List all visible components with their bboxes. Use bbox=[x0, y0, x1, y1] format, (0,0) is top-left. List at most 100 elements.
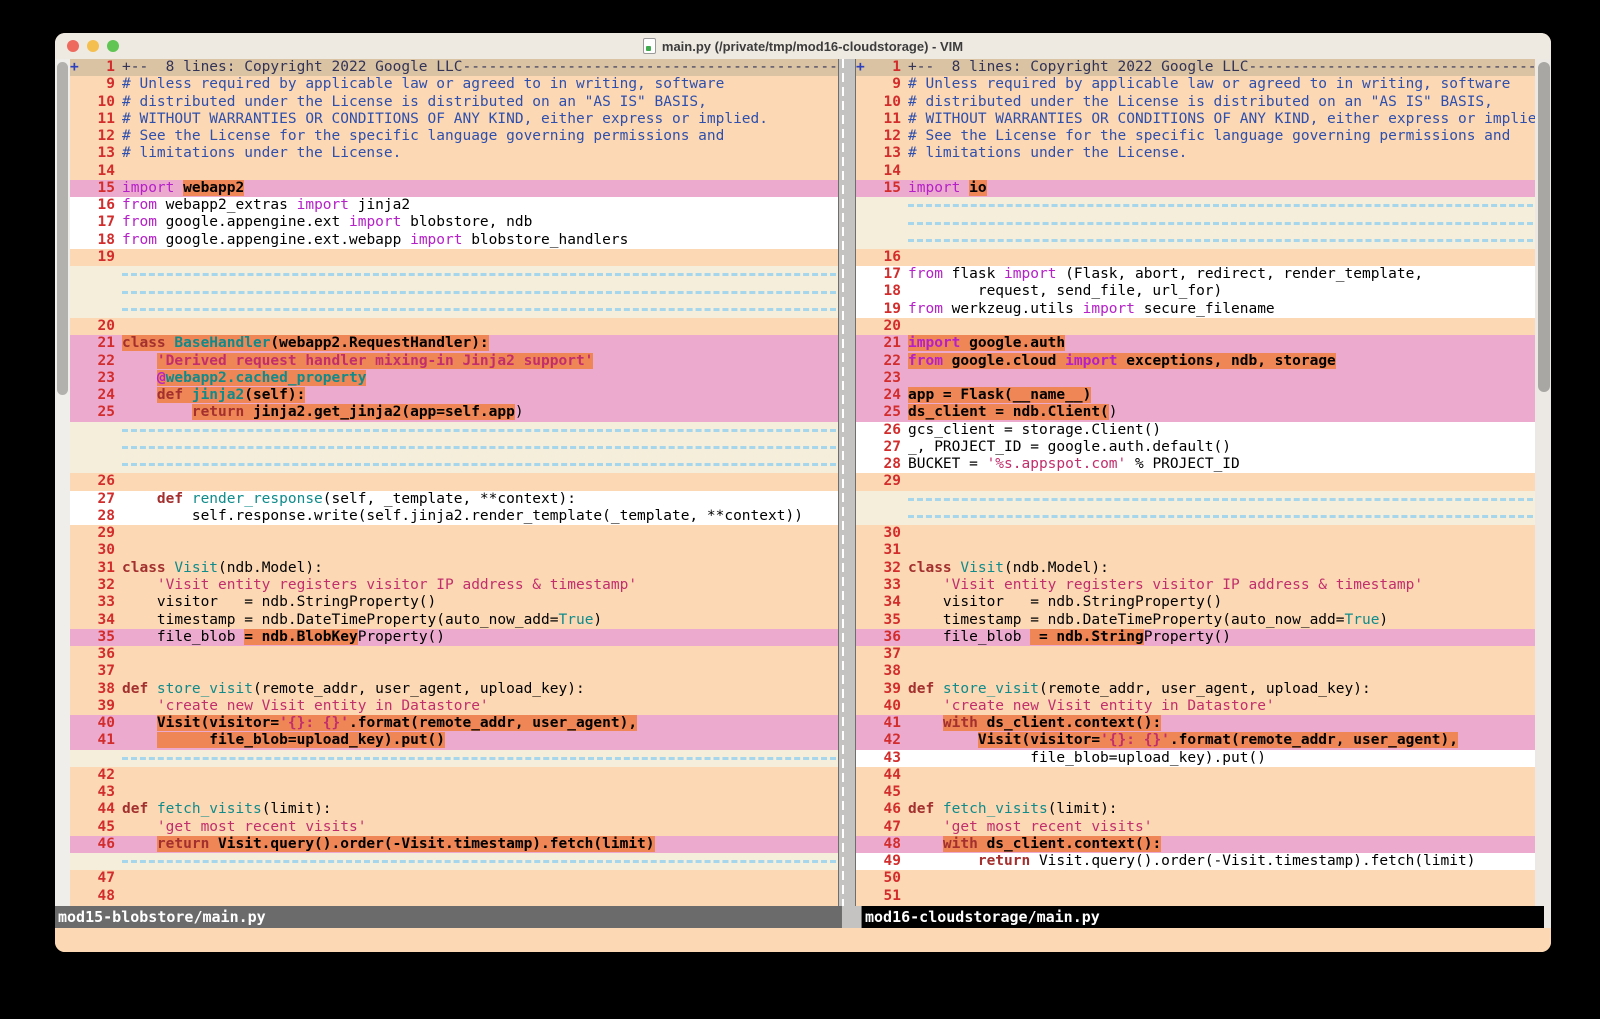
diff-filler-line[interactable] bbox=[856, 491, 1535, 508]
code-line[interactable]: 21import google.auth bbox=[856, 335, 1535, 352]
code-line[interactable]: 47 'get most recent visits' bbox=[856, 819, 1535, 836]
code-line[interactable]: 25 return jinja2.get_jinja2(app=self.app… bbox=[70, 404, 838, 421]
code-line[interactable]: 25ds_client = ndb.Client() bbox=[856, 404, 1535, 421]
code-line[interactable]: 9# Unless required by applicable law or … bbox=[70, 76, 838, 93]
code-line[interactable]: 9# Unless required by applicable law or … bbox=[856, 76, 1535, 93]
code-line[interactable]: 19 bbox=[70, 249, 838, 266]
code-line[interactable]: 24 def jinja2(self): bbox=[70, 387, 838, 404]
code-line[interactable]: 22from google.cloud import exceptions, n… bbox=[856, 353, 1535, 370]
diff-filler-line[interactable] bbox=[70, 439, 838, 456]
code-line[interactable]: 42 Visit(visitor='{}: {}'.format(remote_… bbox=[856, 732, 1535, 749]
diff-filler-line[interactable] bbox=[856, 232, 1535, 249]
code-line[interactable]: 50 bbox=[856, 870, 1535, 887]
code-line[interactable]: 43 bbox=[70, 784, 838, 801]
code-line[interactable]: 12# See the License for the specific lan… bbox=[856, 128, 1535, 145]
code-line[interactable]: 34 timestamp = ndb.DateTimeProperty(auto… bbox=[70, 612, 838, 629]
left-scrollbar[interactable] bbox=[55, 59, 70, 906]
code-line[interactable]: 14 bbox=[856, 163, 1535, 180]
code-line[interactable]: 18 request, send_file, url_for) bbox=[856, 283, 1535, 300]
code-line[interactable]: 16 bbox=[856, 249, 1535, 266]
code-line[interactable]: 47 bbox=[70, 870, 838, 887]
code-line[interactable]: 14 bbox=[70, 163, 838, 180]
code-line[interactable]: 33 visitor = ndb.StringProperty() bbox=[70, 594, 838, 611]
diff-filler-line[interactable] bbox=[856, 197, 1535, 214]
right-scrollbar-thumb[interactable] bbox=[1538, 62, 1550, 392]
zoom-button[interactable] bbox=[107, 40, 119, 52]
code-line[interactable]: 40 Visit(visitor='{}: {}'.format(remote_… bbox=[70, 715, 838, 732]
code-line[interactable]: 17from google.appengine.ext import blobs… bbox=[70, 214, 838, 231]
code-line[interactable]: 17from flask import (Flask, abort, redir… bbox=[856, 266, 1535, 283]
close-button[interactable] bbox=[67, 40, 79, 52]
code-line[interactable]: 48 with ds_client.context(): bbox=[856, 836, 1535, 853]
code-line[interactable]: 10# distributed under the License is dis… bbox=[70, 94, 838, 111]
code-line[interactable]: 13# limitations under the License. bbox=[70, 145, 838, 162]
minimize-button[interactable] bbox=[87, 40, 99, 52]
code-line[interactable]: 30 bbox=[70, 542, 838, 559]
code-line[interactable]: 36 file_blob = ndb.StringProperty() bbox=[856, 629, 1535, 646]
code-line[interactable]: 13# limitations under the License. bbox=[856, 145, 1535, 162]
left-scrollbar-thumb[interactable] bbox=[57, 62, 68, 395]
code-line[interactable]: 34 visitor = ndb.StringProperty() bbox=[856, 594, 1535, 611]
code-line[interactable]: 27_, PROJECT_ID = google.auth.default() bbox=[856, 439, 1535, 456]
code-line[interactable]: 49 return Visit.query().order(-Visit.tim… bbox=[856, 853, 1535, 870]
code-line[interactable]: 30 bbox=[856, 525, 1535, 542]
code-line[interactable]: 28 self.response.write(self.jinja2.rende… bbox=[70, 508, 838, 525]
diff-filler-line[interactable] bbox=[70, 853, 838, 870]
code-line[interactable]: 31 bbox=[856, 542, 1535, 559]
code-line[interactable]: 20 bbox=[856, 318, 1535, 335]
code-line[interactable]: 20 bbox=[70, 318, 838, 335]
code-line[interactable]: 27 def render_response(self, _template, … bbox=[70, 491, 838, 508]
code-line[interactable]: 37 bbox=[70, 663, 838, 680]
code-line[interactable]: 11# WITHOUT WARRANTIES OR CONDITIONS OF … bbox=[856, 111, 1535, 128]
right-scrollbar[interactable] bbox=[1535, 59, 1551, 906]
code-line[interactable]: 32class Visit(ndb.Model): bbox=[856, 560, 1535, 577]
code-line[interactable]: 33 'Visit entity registers visitor IP ad… bbox=[856, 577, 1535, 594]
diff-filler-line[interactable] bbox=[70, 301, 838, 318]
code-line[interactable]: 35 file_blob = ndb.BlobKeyProperty() bbox=[70, 629, 838, 646]
diff-filler-line[interactable] bbox=[70, 283, 838, 300]
code-line[interactable]: 35 timestamp = ndb.DateTimeProperty(auto… bbox=[856, 612, 1535, 629]
code-line[interactable]: 44def fetch_visits(limit): bbox=[70, 801, 838, 818]
code-line[interactable]: 36 bbox=[70, 646, 838, 663]
code-line[interactable]: 46 return Visit.query().order(-Visit.tim… bbox=[70, 836, 838, 853]
code-line[interactable]: 18from google.appengine.ext.webapp impor… bbox=[70, 232, 838, 249]
code-line[interactable]: 23 bbox=[856, 370, 1535, 387]
code-line[interactable]: 31class Visit(ndb.Model): bbox=[70, 560, 838, 577]
diff-filler-line[interactable] bbox=[856, 214, 1535, 231]
code-line[interactable]: 21class BaseHandler(webapp2.RequestHandl… bbox=[70, 335, 838, 352]
code-line[interactable]: 45 bbox=[856, 784, 1535, 801]
code-line[interactable]: 42 bbox=[70, 767, 838, 784]
window-split-divider[interactable] bbox=[838, 59, 856, 906]
diff-filler-line[interactable] bbox=[70, 422, 838, 439]
code-line[interactable]: 16from webapp2_extras import jinja2 bbox=[70, 197, 838, 214]
code-line[interactable]: 12# See the License for the specific lan… bbox=[70, 128, 838, 145]
diff-filler-line[interactable] bbox=[70, 456, 838, 473]
code-line[interactable]: +1+-- 8 lines: Copyright 2022 Google LLC… bbox=[856, 59, 1535, 76]
code-line[interactable]: 39 'create new Visit entity in Datastore… bbox=[70, 698, 838, 715]
code-line[interactable]: 44 bbox=[856, 767, 1535, 784]
diff-filler-line[interactable] bbox=[70, 266, 838, 283]
code-line[interactable]: 38 bbox=[856, 663, 1535, 680]
code-line[interactable]: 45 'get most recent visits' bbox=[70, 819, 838, 836]
code-line[interactable]: 10# distributed under the License is dis… bbox=[856, 94, 1535, 111]
command-line[interactable] bbox=[55, 928, 1551, 952]
code-line[interactable]: 40 'create new Visit entity in Datastore… bbox=[856, 698, 1535, 715]
code-line[interactable]: 24app = Flask(__name__) bbox=[856, 387, 1535, 404]
code-line[interactable]: 15import io bbox=[856, 180, 1535, 197]
code-line[interactable]: 46def fetch_visits(limit): bbox=[856, 801, 1535, 818]
code-line[interactable]: 37 bbox=[856, 646, 1535, 663]
buffer-pane-right[interactable]: +1+-- 8 lines: Copyright 2022 Google LLC… bbox=[856, 59, 1535, 906]
buffer-pane-left[interactable]: +1+-- 8 lines: Copyright 2022 Google LLC… bbox=[70, 59, 838, 906]
diff-filler-line[interactable] bbox=[70, 750, 838, 767]
code-line[interactable]: 48 bbox=[70, 888, 838, 905]
code-line[interactable]: 22 'Derived request handler mixing-in Ji… bbox=[70, 353, 838, 370]
code-line[interactable]: 15import webapp2 bbox=[70, 180, 838, 197]
code-line[interactable]: 11# WITHOUT WARRANTIES OR CONDITIONS OF … bbox=[70, 111, 838, 128]
fold-column[interactable]: + bbox=[856, 59, 869, 76]
code-line[interactable]: 29 bbox=[70, 525, 838, 542]
code-line[interactable]: 26 bbox=[70, 473, 838, 490]
code-line[interactable]: 32 'Visit entity registers visitor IP ad… bbox=[70, 577, 838, 594]
code-line[interactable]: 28BUCKET = '%s.appspot.com' % PROJECT_ID bbox=[856, 456, 1535, 473]
code-line[interactable]: 38def store_visit(remote_addr, user_agen… bbox=[70, 681, 838, 698]
code-line[interactable]: 51 bbox=[856, 888, 1535, 905]
